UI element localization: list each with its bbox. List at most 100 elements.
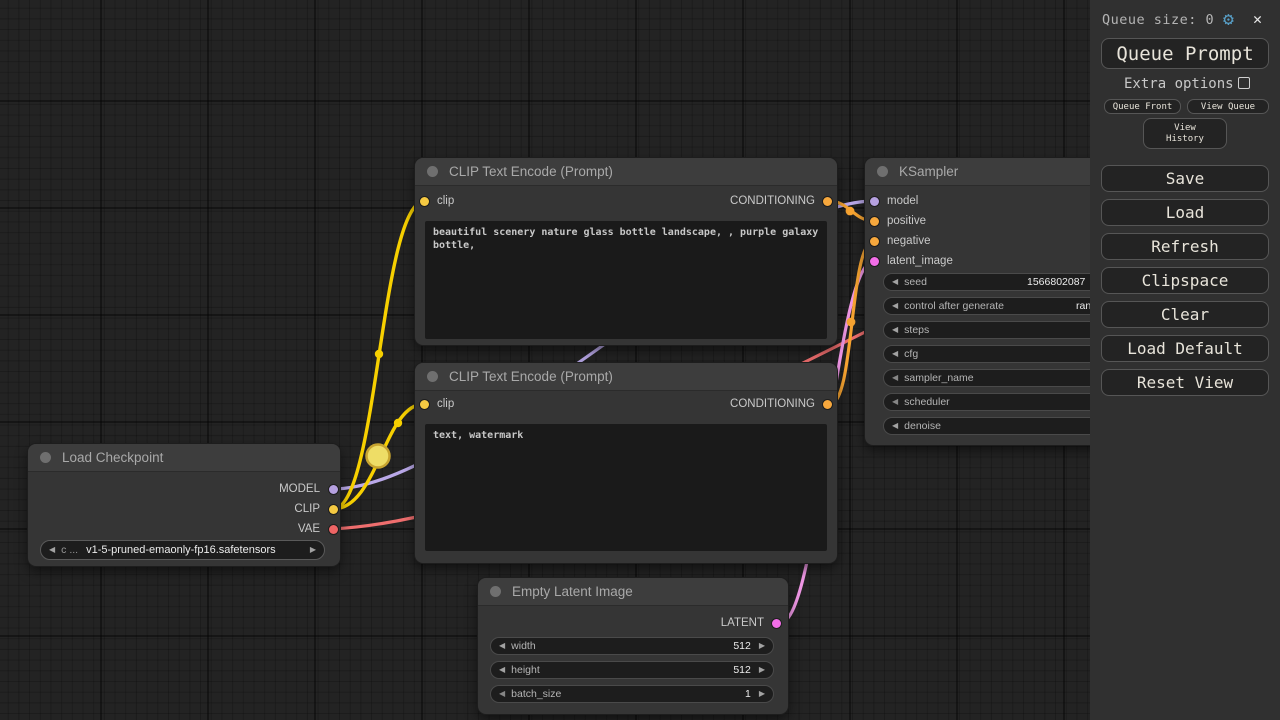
prev-option-icon[interactable]: ◀ — [49, 546, 55, 554]
widget-value: 1566802087 — [1027, 276, 1086, 288]
extra-options-checkbox[interactable] — [1238, 77, 1250, 89]
widget-label: scheduler — [904, 396, 950, 408]
queue-front-button[interactable]: Queue Front — [1104, 99, 1181, 114]
reset-view-button[interactable]: Reset View — [1101, 369, 1269, 396]
settings-gear-icon[interactable]: ⚙ — [1223, 9, 1234, 30]
decrement-icon[interactable]: ◀ — [892, 326, 898, 334]
link-dot-clip — [374, 349, 384, 359]
node-graph-canvas[interactable]: KSampler model positive negative latent_… — [0, 0, 1280, 720]
link-dot-conditioning — [845, 206, 855, 216]
view-queue-button[interactable]: View Queue — [1187, 99, 1269, 114]
input-label-negative: negative — [887, 235, 931, 247]
input-label-model: model — [887, 195, 919, 207]
close-icon[interactable]: ✕ — [1253, 10, 1262, 28]
link-dot-conditioning — [846, 317, 856, 327]
clear-button[interactable]: Clear — [1101, 301, 1269, 328]
node-title: Empty Latent Image — [512, 584, 633, 599]
node-clip-text-encode-positive[interactable]: CLIP Text Encode (Prompt) clip CONDITION… — [415, 158, 837, 345]
node-empty-latent-image[interactable]: Empty Latent Image LATENT ◀ width 512 ▶ … — [478, 578, 788, 714]
node-title: CLIP Text Encode (Prompt) — [449, 369, 613, 384]
widget-value: 512 — [733, 640, 751, 652]
link-junction-clip[interactable] — [365, 443, 391, 469]
input-port-latent-image[interactable] — [870, 257, 879, 266]
decrement-icon[interactable]: ◀ — [892, 398, 898, 406]
clipspace-button[interactable]: Clipspace — [1101, 267, 1269, 294]
output-label-conditioning: CONDITIONING — [730, 195, 815, 207]
node-title: CLIP Text Encode (Prompt) — [449, 164, 613, 179]
collapse-dot-icon[interactable] — [40, 452, 51, 463]
input-label-positive: positive — [887, 215, 926, 227]
increment-icon[interactable]: ▶ — [759, 642, 765, 650]
widget-ckpt-name[interactable]: ◀ c ... v1-5-pruned-emaonly-fp16.safeten… — [40, 540, 325, 560]
collapse-dot-icon[interactable] — [427, 166, 438, 177]
collapse-dot-icon[interactable] — [877, 166, 888, 177]
node-titlebar[interactable]: CLIP Text Encode (Prompt) — [415, 158, 837, 186]
widget-value: v1-5-pruned-emaonly-fp16.safetensors — [86, 544, 276, 556]
output-label-model: MODEL — [279, 483, 320, 495]
output-port-conditioning[interactable] — [823, 400, 832, 409]
decrement-icon[interactable]: ◀ — [499, 690, 505, 698]
extra-options-label: Extra options — [1124, 76, 1234, 92]
view-history-line1: View — [1174, 122, 1196, 133]
save-button[interactable]: Save — [1101, 165, 1269, 192]
output-port-latent[interactable] — [772, 619, 781, 628]
wire-clip-positive — [331, 199, 427, 511]
decrement-icon[interactable]: ◀ — [892, 350, 898, 358]
input-label-latent-image: latent_image — [887, 255, 953, 267]
widget-batch-size[interactable]: ◀ batch_size 1 ▶ — [490, 685, 774, 703]
node-clip-text-encode-negative[interactable]: CLIP Text Encode (Prompt) clip CONDITION… — [415, 363, 837, 563]
next-option-icon[interactable]: ▶ — [310, 546, 316, 554]
node-titlebar[interactable]: CLIP Text Encode (Prompt) — [415, 363, 837, 391]
widget-label: cfg — [904, 348, 919, 360]
widget-value: 1 — [745, 688, 751, 700]
output-label-conditioning: CONDITIONING — [730, 398, 815, 410]
widget-label: c ... — [61, 544, 79, 556]
collapse-dot-icon[interactable] — [427, 371, 438, 382]
refresh-button[interactable]: Refresh — [1101, 233, 1269, 260]
widget-label: batch_size — [511, 688, 562, 700]
prompt-textarea[interactable]: beautiful scenery nature glass bottle la… — [425, 221, 827, 339]
widget-label: width — [511, 640, 536, 652]
widget-label: seed — [904, 276, 927, 288]
output-label-clip: CLIP — [294, 503, 320, 515]
output-port-model[interactable] — [329, 485, 338, 494]
input-label-clip: clip — [437, 195, 455, 207]
widget-width[interactable]: ◀ width 512 ▶ — [490, 637, 774, 655]
node-title: Load Checkpoint — [62, 450, 164, 465]
decrement-icon[interactable]: ◀ — [499, 666, 505, 674]
prompt-textarea[interactable]: text, watermark — [425, 424, 827, 551]
input-port-model[interactable] — [870, 197, 879, 206]
output-port-vae[interactable] — [329, 525, 338, 534]
view-history-button[interactable]: View History — [1143, 118, 1227, 149]
input-port-negative[interactable] — [870, 237, 879, 246]
input-port-positive[interactable] — [870, 217, 879, 226]
load-default-button[interactable]: Load Default — [1101, 335, 1269, 362]
view-history-line2: History — [1166, 133, 1204, 144]
output-port-conditioning[interactable] — [823, 197, 832, 206]
widget-height[interactable]: ◀ height 512 ▶ — [490, 661, 774, 679]
decrement-icon[interactable]: ◀ — [892, 374, 898, 382]
node-load-checkpoint[interactable]: Load Checkpoint MODEL CLIP VAE ◀ c ... v… — [28, 444, 340, 566]
increment-icon[interactable]: ▶ — [759, 666, 765, 674]
widget-label: denoise — [904, 420, 941, 432]
decrement-icon[interactable]: ◀ — [892, 302, 898, 310]
output-port-clip[interactable] — [329, 505, 338, 514]
decrement-icon[interactable]: ◀ — [499, 642, 505, 650]
load-button[interactable]: Load — [1101, 199, 1269, 226]
collapse-dot-icon[interactable] — [490, 586, 501, 597]
input-port-clip[interactable] — [420, 400, 429, 409]
wire-clip-negative — [331, 402, 426, 511]
widget-label: steps — [904, 324, 930, 336]
widget-label: control after generate — [904, 300, 1004, 312]
input-port-clip[interactable] — [420, 197, 429, 206]
queue-size-label: Queue size: 0 — [1102, 12, 1215, 28]
output-label-latent: LATENT — [720, 617, 764, 629]
main-menu-panel: Queue size: 0 ⚙ ✕ Queue Prompt Extra opt… — [1090, 0, 1280, 720]
node-title: KSampler — [899, 164, 959, 179]
queue-prompt-button[interactable]: Queue Prompt — [1101, 38, 1269, 69]
node-titlebar[interactable]: Load Checkpoint — [28, 444, 340, 472]
increment-icon[interactable]: ▶ — [759, 690, 765, 698]
node-titlebar[interactable]: Empty Latent Image — [478, 578, 788, 606]
decrement-icon[interactable]: ◀ — [892, 422, 898, 430]
decrement-icon[interactable]: ◀ — [892, 278, 898, 286]
